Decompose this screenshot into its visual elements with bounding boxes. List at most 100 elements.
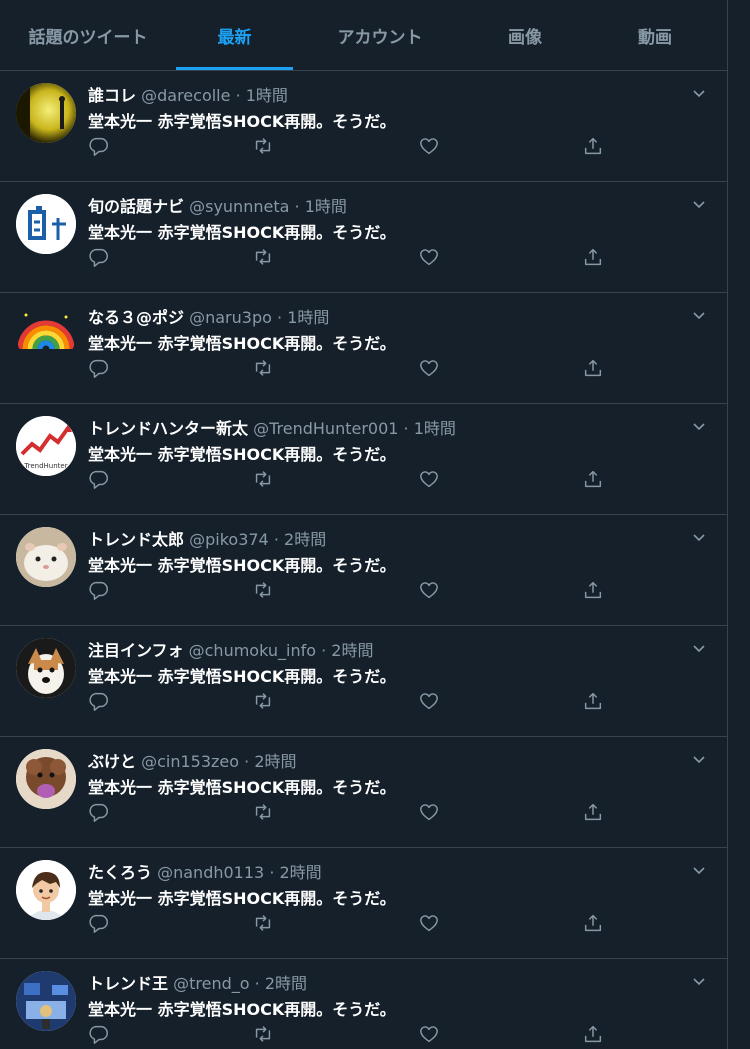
retweet-icon[interactable] xyxy=(252,912,276,936)
tweet-text: 堂本光一 赤字覚悟SHOCK再開。そうだ。 xyxy=(88,112,396,131)
tab-latest[interactable]: 最新 xyxy=(176,0,293,70)
heart-icon[interactable] xyxy=(418,579,442,603)
heart-icon[interactable] xyxy=(418,1023,442,1047)
reply-icon[interactable] xyxy=(88,801,112,825)
tweet[interactable]: TrendHunter トレンドハンター新太 @TrendHunter001 ·… xyxy=(0,404,727,515)
username[interactable]: @cin153zeo xyxy=(141,752,239,771)
retweet-icon[interactable] xyxy=(252,1023,276,1047)
display-name[interactable]: トレンド太郎 xyxy=(88,530,184,549)
tweet[interactable]: 注目インフォ @chumoku_info · 2時間 堂本光一 赤字覚悟SHOC… xyxy=(0,626,727,737)
share-icon[interactable] xyxy=(582,690,606,714)
timestamp[interactable]: 1時間 xyxy=(287,308,329,327)
chevron-down-icon[interactable] xyxy=(691,85,707,101)
avatar[interactable] xyxy=(16,971,76,1031)
username[interactable]: @nandh0113 xyxy=(157,863,264,882)
retweet-icon[interactable] xyxy=(252,690,276,714)
chevron-down-icon[interactable] xyxy=(691,307,707,323)
tweet[interactable]: 誰コレ @darecolle · 1時間 堂本光一 赤字覚悟SHOCK再開。そう… xyxy=(0,71,727,182)
share-icon[interactable] xyxy=(582,801,606,825)
chevron-down-icon[interactable] xyxy=(691,973,707,989)
timestamp[interactable]: 1時間 xyxy=(305,197,347,216)
username[interactable]: @syunnneta xyxy=(189,197,289,216)
chevron-down-icon[interactable] xyxy=(691,862,707,878)
reply-icon[interactable] xyxy=(88,690,112,714)
tweet[interactable]: 旬の話題ナビ @syunnneta · 1時間 堂本光一 赤字覚悟SHOCK再開… xyxy=(0,182,727,293)
timestamp[interactable]: 2時間 xyxy=(331,641,373,660)
chevron-down-icon[interactable] xyxy=(691,751,707,767)
timestamp[interactable]: 1時間 xyxy=(246,86,288,105)
share-icon[interactable] xyxy=(582,468,606,492)
tweet-actions xyxy=(88,1023,628,1049)
tweet-actions xyxy=(88,690,628,718)
avatar[interactable]: TrendHunter xyxy=(16,416,76,476)
share-icon[interactable] xyxy=(582,912,606,936)
avatar[interactable] xyxy=(16,638,76,698)
reply-icon[interactable] xyxy=(88,135,112,159)
chevron-down-icon[interactable] xyxy=(691,640,707,656)
username[interactable]: @darecolle xyxy=(141,86,230,105)
retweet-icon[interactable] xyxy=(252,246,276,270)
display-name[interactable]: たくろう xyxy=(88,863,152,882)
timestamp[interactable]: 2時間 xyxy=(265,974,307,993)
timestamp[interactable]: 1時間 xyxy=(414,419,456,438)
avatar[interactable] xyxy=(16,83,76,143)
avatar[interactable] xyxy=(16,527,76,587)
retweet-icon[interactable] xyxy=(252,579,276,603)
display-name[interactable]: ぶけと xyxy=(88,752,136,771)
tab-accounts[interactable]: アカウント xyxy=(293,0,467,70)
share-icon[interactable] xyxy=(582,579,606,603)
tab-videos[interactable]: 動画 xyxy=(583,0,727,70)
chevron-down-icon[interactable] xyxy=(691,529,707,545)
share-icon[interactable] xyxy=(582,357,606,381)
heart-icon[interactable] xyxy=(418,246,442,270)
separator-dot: · xyxy=(269,863,275,882)
chevron-down-icon[interactable] xyxy=(691,196,707,212)
tab-top-tweets[interactable]: 話題のツイート xyxy=(0,0,176,70)
username[interactable]: @chumoku_info xyxy=(189,641,316,660)
reply-icon[interactable] xyxy=(88,579,112,603)
avatar[interactable] xyxy=(16,194,76,254)
avatar[interactable] xyxy=(16,749,76,809)
username[interactable]: @trend_o xyxy=(173,974,249,993)
username[interactable]: @piko374 xyxy=(189,530,269,549)
heart-icon[interactable] xyxy=(418,801,442,825)
reply-icon[interactable] xyxy=(88,357,112,381)
share-icon[interactable] xyxy=(582,135,606,159)
timestamp[interactable]: 2時間 xyxy=(254,752,296,771)
tweet[interactable]: トレンド太郎 @piko374 · 2時間 堂本光一 赤字覚悟SHOCK再開。そ… xyxy=(0,515,727,626)
heart-icon[interactable] xyxy=(418,912,442,936)
retweet-icon[interactable] xyxy=(252,357,276,381)
username[interactable]: @TrendHunter001 xyxy=(253,419,398,438)
avatar[interactable] xyxy=(16,860,76,920)
chevron-down-icon[interactable] xyxy=(691,418,707,434)
tweet[interactable]: トレンド王 @trend_o · 2時間 堂本光一 赤字覚悟SHOCK再開。そう… xyxy=(0,959,727,1049)
timestamp[interactable]: 2時間 xyxy=(284,530,326,549)
heart-icon[interactable] xyxy=(418,690,442,714)
display-name[interactable]: 注目インフォ xyxy=(88,641,184,660)
heart-icon[interactable] xyxy=(418,468,442,492)
tweet[interactable]: ぶけと @cin153zeo · 2時間 堂本光一 赤字覚悟SHOCK再開。そう… xyxy=(0,737,727,848)
share-icon[interactable] xyxy=(582,246,606,270)
share-icon[interactable] xyxy=(582,1023,606,1047)
reply-icon[interactable] xyxy=(88,1023,112,1047)
tweet[interactable]: たくろう @nandh0113 · 2時間 堂本光一 赤字覚悟SHOCK再開。そ… xyxy=(0,848,727,959)
display-name[interactable]: なる３@ポジ xyxy=(88,308,184,327)
display-name[interactable]: トレンドハンター新太 xyxy=(88,419,248,438)
username[interactable]: @naru3po xyxy=(189,308,272,327)
display-name[interactable]: 誰コレ xyxy=(88,86,136,105)
tweet-actions xyxy=(88,801,628,829)
display-name[interactable]: 旬の話題ナビ xyxy=(88,197,184,216)
heart-icon[interactable] xyxy=(418,135,442,159)
retweet-icon[interactable] xyxy=(252,468,276,492)
retweet-icon[interactable] xyxy=(252,135,276,159)
display-name[interactable]: トレンド王 xyxy=(88,974,168,993)
reply-icon[interactable] xyxy=(88,912,112,936)
reply-icon[interactable] xyxy=(88,246,112,270)
avatar[interactable] xyxy=(16,305,76,365)
tweet[interactable]: なる３@ポジ @naru3po · 1時間 堂本光一 赤字覚悟SHOCK再開。そ… xyxy=(0,293,727,404)
reply-icon[interactable] xyxy=(88,468,112,492)
timestamp[interactable]: 2時間 xyxy=(280,863,322,882)
tab-images[interactable]: 画像 xyxy=(467,0,583,70)
retweet-icon[interactable] xyxy=(252,801,276,825)
heart-icon[interactable] xyxy=(418,357,442,381)
